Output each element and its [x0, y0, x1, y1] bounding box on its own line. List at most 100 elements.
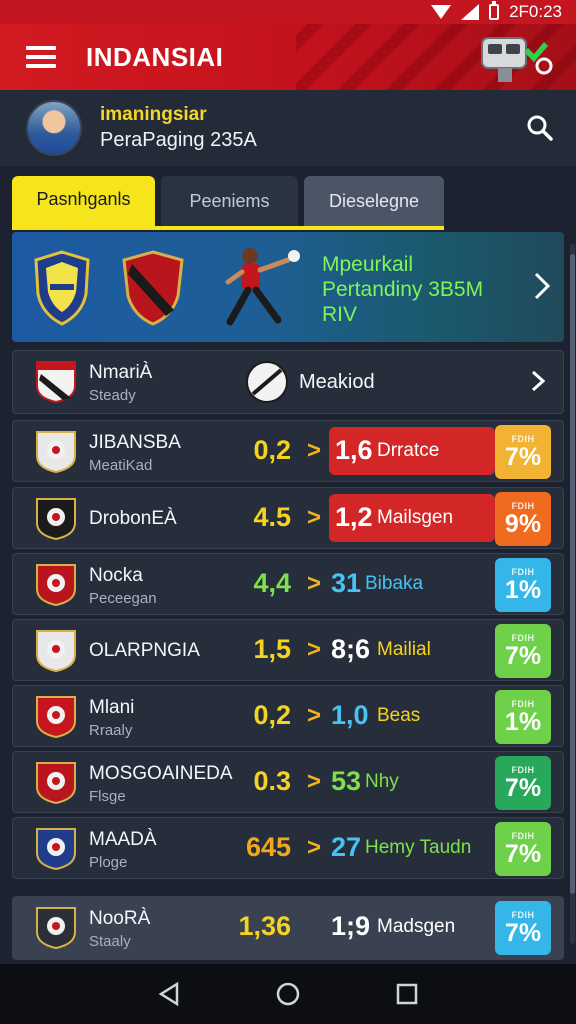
tab-indicator	[12, 226, 444, 230]
wifi-icon	[431, 5, 452, 19]
pick-value[interactable]: 53	[331, 766, 361, 797]
team-name: DrobonEÀ	[89, 508, 177, 529]
match-row[interactable]: JIBANSBA MeatiKad 0,2 >1,6 Drratce FDIH 7%	[12, 420, 564, 482]
tab-pasnhganls[interactable]: Pasnhganls	[12, 176, 155, 226]
opponent-crest-icon	[246, 361, 288, 403]
search-icon[interactable]	[526, 114, 554, 142]
team-crest-icon	[36, 361, 76, 404]
badge-value: 7%	[504, 840, 542, 868]
signal-icon	[461, 4, 480, 20]
odds-value[interactable]: 0,2	[253, 700, 291, 731]
featured-match-row[interactable]: NmariÀ Steady Meakiod	[12, 350, 564, 414]
rating-badge[interactable]: FDIH 1%	[495, 690, 551, 744]
banner-line-1: Mpeurkail	[322, 253, 414, 276]
profile-row[interactable]: imaningsiar PeraPaging 235A	[0, 90, 576, 166]
pick-value[interactable]: 1,2	[335, 502, 373, 533]
match-row[interactable]: Nocka Peceegan 4,4 >31 Bibaka FDIH 1%	[12, 553, 564, 615]
menu-icon[interactable]	[26, 46, 56, 68]
player-kicking-icon	[225, 248, 300, 326]
app-title: INDANSIAI	[86, 41, 224, 72]
odds-value[interactable]: 4.5	[253, 502, 291, 533]
system-nav-bar	[0, 964, 576, 1024]
team-crest-icon	[36, 498, 76, 541]
arrow-indicator: >	[307, 504, 322, 531]
team-crest-icon	[36, 907, 76, 950]
odds-value[interactable]: 4,4	[253, 568, 291, 599]
team-crest-icon	[36, 431, 76, 474]
team-crest-icon	[36, 696, 76, 739]
badge-value: 7%	[504, 642, 542, 670]
odds-value[interactable]: 0.3	[253, 766, 291, 797]
pick-label: Hemy Taudn	[365, 837, 472, 858]
rating-badge[interactable]: FDIH 7%	[495, 425, 551, 479]
scrollbar-track	[570, 244, 575, 944]
team-subtitle: Steady	[89, 387, 136, 404]
banner-line-2: Pertandiny 3B5M	[322, 278, 484, 301]
odds-value[interactable]: 1,36	[238, 911, 291, 942]
badge-value: 1%	[504, 576, 542, 604]
banner-line-3: RIV	[322, 303, 358, 326]
team-name: Nocka	[89, 565, 143, 586]
team-subtitle: Rraaly	[89, 722, 133, 739]
match-row[interactable]: OLARPNGIA 1,5 >8;6 Mailial FDIH 7%	[12, 619, 564, 681]
club-crest-icon	[34, 250, 90, 326]
badge-value: 9%	[504, 510, 542, 538]
rating-badge[interactable]: FDIH 1%	[495, 558, 551, 612]
arrow-indicator: >	[307, 702, 322, 729]
team-subtitle: Peceegan	[89, 590, 157, 607]
team-name: MAADÀ	[89, 829, 157, 850]
match-row[interactable]: MAADÀ Ploge 645 >27 Hemy Taudn FDIH 7%	[12, 817, 564, 879]
pick-label: Mailsgen	[377, 507, 454, 528]
pick-label: Mailial	[377, 639, 431, 660]
rating-badge[interactable]: FDIH 7%	[495, 756, 551, 810]
arrow-indicator: >	[307, 437, 322, 464]
team-name: Mlani	[89, 697, 135, 718]
promo-banner[interactable]: Mpeurkail Pertandiny 3B5M RIV	[12, 232, 564, 342]
pick-value[interactable]: 27	[331, 832, 361, 863]
chevron-right-icon[interactable]	[531, 370, 545, 392]
match-row[interactable]: Mlani Rraaly 0,2 >1,0 Beas FDIH 1%	[12, 685, 564, 747]
badge-value: 7%	[504, 774, 542, 802]
chevron-right-icon[interactable]	[532, 270, 552, 302]
match-row[interactable]: MOSGOAINEDA Flsge 0.3 >53 Nhy FDIH 7%	[12, 751, 564, 813]
team-crest-icon	[36, 762, 76, 805]
match-row[interactable]: DrobonEÀ 4.5 >1,2 Mailsgen FDIH 9%	[12, 487, 564, 549]
team-subtitle: Ploge	[89, 854, 128, 871]
team-name: MOSGOAINEDA	[89, 763, 233, 784]
team-subtitle: MeatiKad	[89, 457, 153, 474]
odds-value[interactable]: 1,5	[253, 634, 291, 665]
arrow-indicator: >	[307, 834, 322, 861]
rating-badge[interactable]: FDIH 9%	[495, 492, 551, 546]
pick-value[interactable]: 1,6	[335, 435, 373, 466]
team-subtitle: Flsge	[89, 788, 126, 805]
pick-value[interactable]: 1,0	[331, 700, 369, 731]
team-name: NmariÀ	[89, 362, 153, 383]
pick-label: Drratce	[377, 440, 440, 461]
featured-center-label: Meakiod	[299, 371, 375, 393]
tab-peeniems[interactable]: Peeniems	[161, 176, 298, 226]
profile-subtitle: PeraPaging 235A	[100, 129, 257, 151]
rating-badge[interactable]: FDIH 7%	[495, 624, 551, 678]
badge-value: 7%	[504, 443, 542, 471]
odds-value[interactable]: 0,2	[253, 435, 291, 466]
odds-value[interactable]: 645	[246, 832, 291, 863]
home-icon[interactable]	[274, 980, 302, 1008]
pick-value[interactable]: 8;6	[331, 634, 370, 665]
shield-crest-icon	[122, 250, 184, 326]
team-name: NooRÀ	[89, 908, 151, 929]
scrollbar-thumb[interactable]	[570, 254, 575, 894]
tab-dieselegne[interactable]: Dieselegne	[304, 176, 444, 226]
avatar[interactable]	[26, 100, 82, 156]
pick-value[interactable]: 31	[331, 568, 361, 599]
status-bar: 2F0:23	[0, 0, 576, 24]
pick-value[interactable]: 1;9	[331, 911, 370, 942]
match-row[interactable]: NooRÀ Staaly 1,36 1;9 Madsgen FDIH 7%	[12, 896, 564, 960]
pick-label: Nhy	[365, 771, 399, 792]
team-crest-icon	[36, 828, 76, 871]
rating-badge[interactable]: FDIH 7%	[495, 822, 551, 876]
back-icon[interactable]	[155, 980, 183, 1008]
rating-badge[interactable]: FDIH 7%	[495, 901, 551, 955]
recents-icon[interactable]	[393, 980, 421, 1008]
pick-label: Beas	[377, 705, 421, 726]
team-name: OLARPNGIA	[89, 640, 200, 661]
